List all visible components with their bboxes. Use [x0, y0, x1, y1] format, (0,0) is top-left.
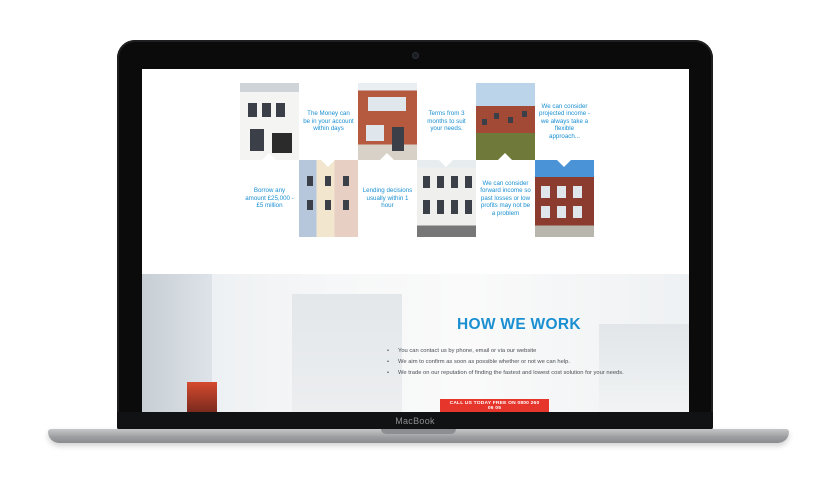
tile-notch [380, 153, 394, 160]
feature-text: The Money can be in your account within … [303, 110, 354, 133]
feature-text: Borrow any amount £25,000 - £5 million [245, 187, 294, 210]
background-building [292, 294, 402, 412]
feature-text: Terms from 3 months to suit your needs. [427, 110, 466, 133]
feature-text: We can consider forward income so past l… [480, 179, 531, 217]
call-us-button[interactable]: CALL US TODAY FREE ON 0800 260 06 05 [440, 399, 549, 412]
camera-icon [412, 52, 419, 59]
laptop-base [48, 429, 789, 443]
tile-notch [557, 160, 571, 167]
feature-tile-terms: Terms from 3 months to suit your needs. [417, 83, 476, 160]
tile-notch [498, 153, 512, 160]
house-image-terrace [417, 160, 476, 237]
list-item: You can contact us by phone, email or vi… [387, 346, 624, 357]
laptop-lid: The Money can be in your account within … [117, 40, 713, 432]
feature-tile-borrow: Borrow any amount £25,000 - £5 million [240, 160, 299, 237]
screen: The Money can be in your account within … [142, 69, 689, 412]
house-image-pastel [299, 160, 358, 237]
brand-label: MacBook [395, 416, 435, 426]
house-image-roofs [476, 83, 535, 160]
feature-text: We can consider projected income - we al… [539, 102, 590, 140]
list-item: We trade on our reputation of finding th… [387, 368, 624, 379]
base-notch [381, 429, 456, 434]
house-image-white [240, 83, 299, 160]
section-title: HOW WE WORK [457, 316, 581, 333]
background-shopfront [187, 382, 217, 412]
features-grid: The Money can be in your account within … [240, 83, 594, 237]
feature-tile-forward: We can consider forward income so past l… [476, 160, 535, 237]
tile-notch [439, 160, 453, 167]
feature-tile-money: The Money can be in your account within … [299, 83, 358, 160]
tile-notch [262, 153, 276, 160]
feature-text: Lending decisions usually within 1 hour [362, 187, 413, 210]
list-item: We aim to confirm as soon as possible wh… [387, 357, 624, 368]
how-we-work-list: You can contact us by phone, email or vi… [387, 346, 624, 378]
how-we-work-section: HOW WE WORK You can contact us by phone,… [142, 274, 689, 412]
house-image-brick [535, 160, 594, 237]
tile-notch [321, 160, 335, 167]
feature-tile-lending: Lending decisions usually within 1 hour [358, 160, 417, 237]
house-image-red [358, 83, 417, 160]
feature-tile-projected: We can consider projected income - we al… [535, 83, 594, 160]
